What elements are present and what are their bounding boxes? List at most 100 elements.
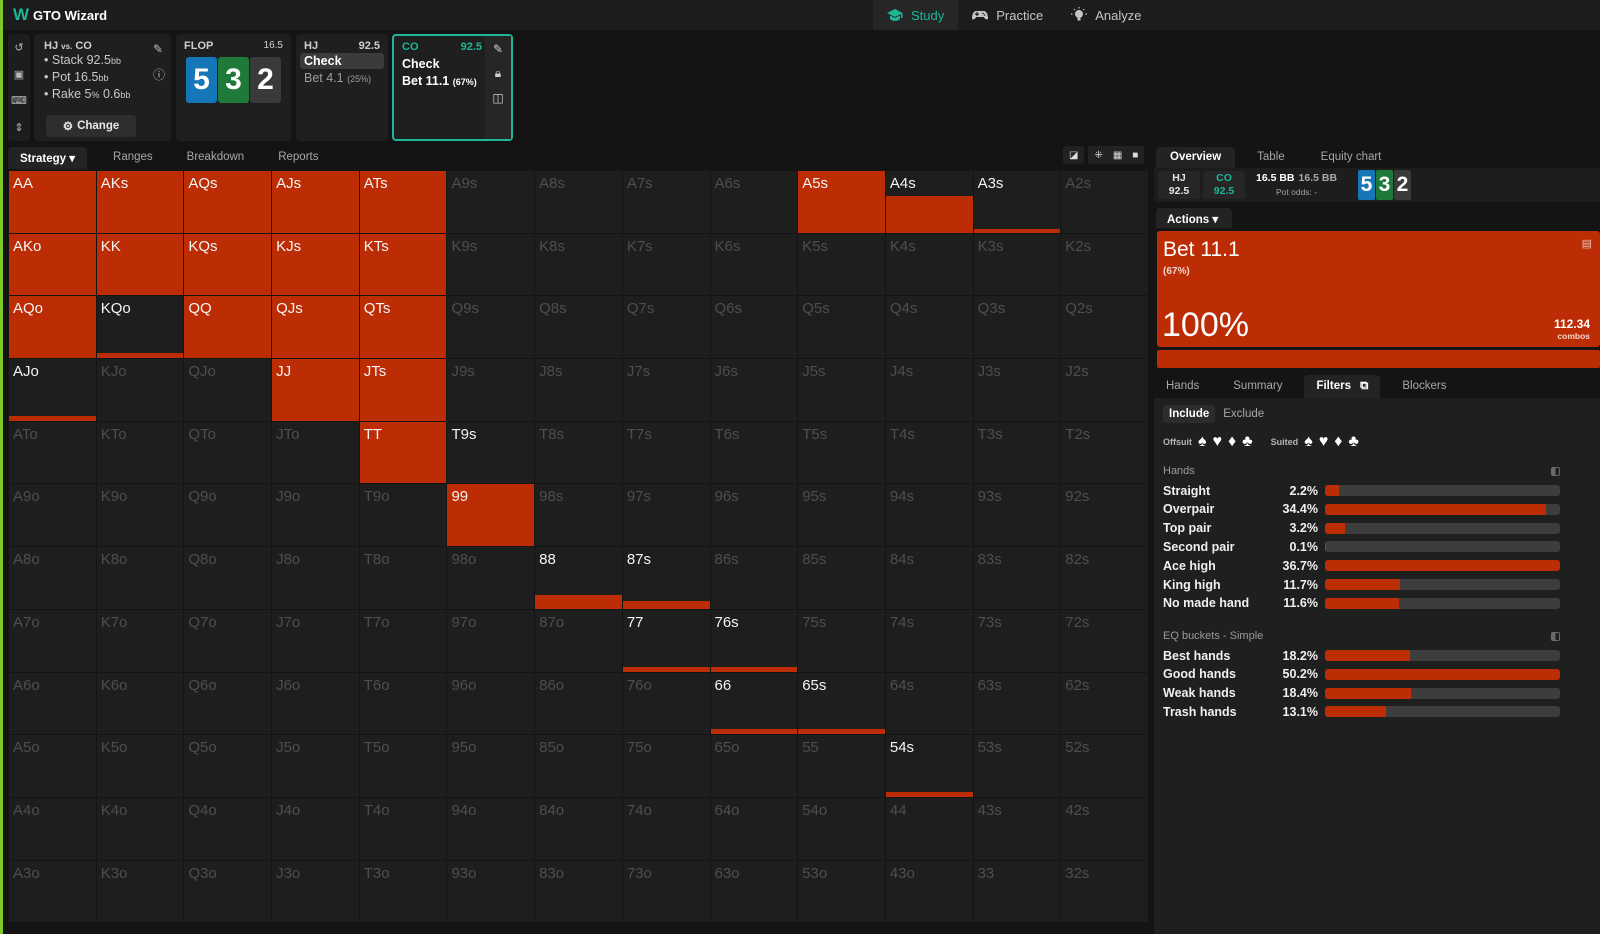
hand-cell-JJ[interactable]: JJ bbox=[272, 359, 360, 422]
tab-overview[interactable]: Overview bbox=[1156, 147, 1236, 169]
hand-cell-Q8s[interactable]: Q8s bbox=[535, 296, 623, 360]
hand-cell-J8s[interactable]: J8s bbox=[535, 359, 623, 422]
hand-cell-J9s[interactable]: J9s bbox=[447, 359, 536, 422]
hand-cell-Q9o[interactable]: Q9o bbox=[184, 484, 273, 548]
action-card-bet[interactable]: Bet 11.1 (67%) 100% 112.34 combos ▤ bbox=[1157, 231, 1600, 347]
hand-cell-ATs[interactable]: ATs bbox=[359, 171, 448, 234]
square-icon[interactable]: ■ bbox=[1132, 150, 1138, 161]
hand-cell-A7o[interactable]: A7o bbox=[9, 609, 97, 673]
stat-row[interactable]: No made hand 11.6% bbox=[1163, 594, 1561, 613]
hand-cell-84s[interactable]: 84s bbox=[885, 547, 974, 610]
hand-cell-43s[interactable]: 43s bbox=[973, 797, 1062, 861]
hand-cell-63s[interactable]: 63s bbox=[973, 672, 1062, 736]
hand-cell-83s[interactable]: 83s bbox=[973, 547, 1062, 610]
hand-cell-A6s[interactable]: A6s bbox=[710, 171, 799, 234]
hand-cell-87s[interactable]: 87s bbox=[622, 547, 711, 610]
hand-cell-AJs[interactable]: AJs bbox=[272, 171, 360, 234]
hand-cell-T2s[interactable]: T2s bbox=[1061, 421, 1149, 485]
hand-cell-95o[interactable]: 95o bbox=[447, 735, 536, 798]
hand-cell-32s[interactable]: 32s bbox=[1061, 860, 1149, 924]
hand-cell-73o[interactable]: 73o bbox=[622, 860, 711, 924]
edit-icon[interactable]: ✎ bbox=[493, 42, 503, 56]
hand-cell-97o[interactable]: 97o bbox=[447, 609, 536, 673]
hand-cell-A5s[interactable]: A5s bbox=[798, 171, 886, 234]
hand-cell-K7o[interactable]: K7o bbox=[96, 609, 185, 673]
hand-cell-K2s[interactable]: K2s bbox=[1061, 233, 1149, 297]
tab-filters[interactable]: Filters ⧉ bbox=[1304, 375, 1381, 398]
stat-row[interactable]: Second pair 0.1% bbox=[1163, 537, 1561, 556]
hand-cell-33[interactable]: 33 bbox=[973, 860, 1062, 924]
stat-row[interactable]: Trash hands 13.1% bbox=[1163, 702, 1561, 721]
hand-cell-A6o[interactable]: A6o bbox=[9, 672, 97, 736]
hj-action-bet[interactable]: Bet 4.1 (25%) bbox=[300, 70, 384, 86]
hand-cell-87o[interactable]: 87o bbox=[535, 609, 623, 673]
hand-cell-85o[interactable]: 85o bbox=[535, 735, 623, 798]
hand-cell-K8s[interactable]: K8s bbox=[535, 233, 623, 297]
hand-cell-76o[interactable]: 76o bbox=[622, 672, 711, 736]
hand-cell-T3o[interactable]: T3o bbox=[359, 860, 448, 924]
hand-cell-53o[interactable]: 53o bbox=[798, 860, 886, 924]
hand-cell-T5o[interactable]: T5o bbox=[359, 735, 448, 798]
hand-cell-K3o[interactable]: K3o bbox=[96, 860, 185, 924]
hand-cell-54s[interactable]: 54s bbox=[885, 735, 974, 798]
hand-cell-66[interactable]: 66 bbox=[710, 672, 799, 736]
expand-vertical-icon[interactable]: ⇕ bbox=[14, 121, 23, 134]
hand-cell-K3s[interactable]: K3s bbox=[973, 233, 1062, 297]
hand-cell-AQo[interactable]: AQo bbox=[9, 296, 97, 360]
gamepad-icon[interactable]: ⌨ bbox=[11, 94, 27, 107]
hand-cell-74s[interactable]: 74s bbox=[885, 609, 974, 673]
hand-cell-76s[interactable]: 76s bbox=[710, 609, 799, 673]
hand-cell-T4o[interactable]: T4o bbox=[359, 797, 448, 861]
hand-cell-KJo[interactable]: KJo bbox=[96, 359, 185, 422]
nav-practice[interactable]: Practice bbox=[958, 0, 1057, 30]
compact-grid-icon[interactable]: ⁜ bbox=[1094, 150, 1102, 161]
hand-cell-55[interactable]: 55 bbox=[798, 735, 886, 798]
hand-cell-KTo[interactable]: KTo bbox=[96, 421, 185, 485]
hand-cell-K7s[interactable]: K7s bbox=[622, 233, 711, 297]
hand-cell-T8o[interactable]: T8o bbox=[359, 547, 448, 610]
hand-cell-A2s[interactable]: A2s bbox=[1061, 171, 1149, 234]
hand-cell-64o[interactable]: 64o bbox=[710, 797, 799, 861]
hand-cell-92s[interactable]: 92s bbox=[1061, 484, 1149, 548]
hand-cell-Q4s[interactable]: Q4s bbox=[885, 296, 974, 360]
tab-summary[interactable]: Summary bbox=[1221, 375, 1294, 398]
hand-cell-86o[interactable]: 86o bbox=[535, 672, 623, 736]
hand-cell-J3o[interactable]: J3o bbox=[272, 860, 360, 924]
tab-reports[interactable]: Reports bbox=[266, 147, 330, 169]
hand-cell-AKs[interactable]: AKs bbox=[96, 171, 185, 234]
hand-cell-73s[interactable]: 73s bbox=[973, 609, 1062, 673]
hand-cell-Q5o[interactable]: Q5o bbox=[184, 735, 273, 798]
hand-cell-A4o[interactable]: A4o bbox=[9, 797, 97, 861]
hand-cell-93o[interactable]: 93o bbox=[447, 860, 536, 924]
hand-cell-KQs[interactable]: KQs bbox=[184, 233, 273, 297]
hand-cell-J3s[interactable]: J3s bbox=[973, 359, 1062, 422]
stat-row[interactable]: Best hands 18.2% bbox=[1163, 646, 1561, 665]
hand-cell-A3o[interactable]: A3o bbox=[9, 860, 97, 924]
hand-cell-84o[interactable]: 84o bbox=[535, 797, 623, 861]
hand-cell-K9o[interactable]: K9o bbox=[96, 484, 185, 548]
toggle-icon[interactable] bbox=[1551, 467, 1560, 476]
tab-table[interactable]: Table bbox=[1243, 147, 1299, 169]
hand-cell-T9s[interactable]: T9s bbox=[447, 421, 536, 485]
heart-icon[interactable]: ♥ bbox=[1213, 433, 1223, 451]
hand-cell-94o[interactable]: 94o bbox=[447, 797, 536, 861]
hand-cell-96o[interactable]: 96o bbox=[447, 672, 536, 736]
hand-cell-AQs[interactable]: AQs bbox=[184, 171, 273, 234]
hand-cell-94s[interactable]: 94s bbox=[885, 484, 974, 548]
hand-cell-K5o[interactable]: K5o bbox=[96, 735, 185, 798]
reset-icon[interactable]: ↺ bbox=[14, 41, 23, 54]
flop-box[interactable]: FLOP 16.5 5 3 2 bbox=[176, 34, 291, 141]
hand-cell-88[interactable]: 88 bbox=[535, 547, 623, 610]
hand-cell-A9o[interactable]: A9o bbox=[9, 484, 97, 548]
hand-cell-74o[interactable]: 74o bbox=[622, 797, 711, 861]
hand-cell-KK[interactable]: KK bbox=[96, 233, 185, 297]
hand-cell-Q8o[interactable]: Q8o bbox=[184, 547, 273, 610]
hand-cell-A9s[interactable]: A9s bbox=[447, 171, 536, 234]
hand-cell-97s[interactable]: 97s bbox=[622, 484, 711, 548]
hand-cell-44[interactable]: 44 bbox=[885, 797, 974, 861]
tab-equity-chart[interactable]: Equity chart bbox=[1307, 147, 1396, 169]
hand-cell-Q3s[interactable]: Q3s bbox=[973, 296, 1062, 360]
contrast-icon[interactable]: ◪ bbox=[1069, 150, 1078, 161]
stat-row[interactable]: Ace high 36.7% bbox=[1163, 556, 1561, 575]
hand-cell-86s[interactable]: 86s bbox=[710, 547, 799, 610]
